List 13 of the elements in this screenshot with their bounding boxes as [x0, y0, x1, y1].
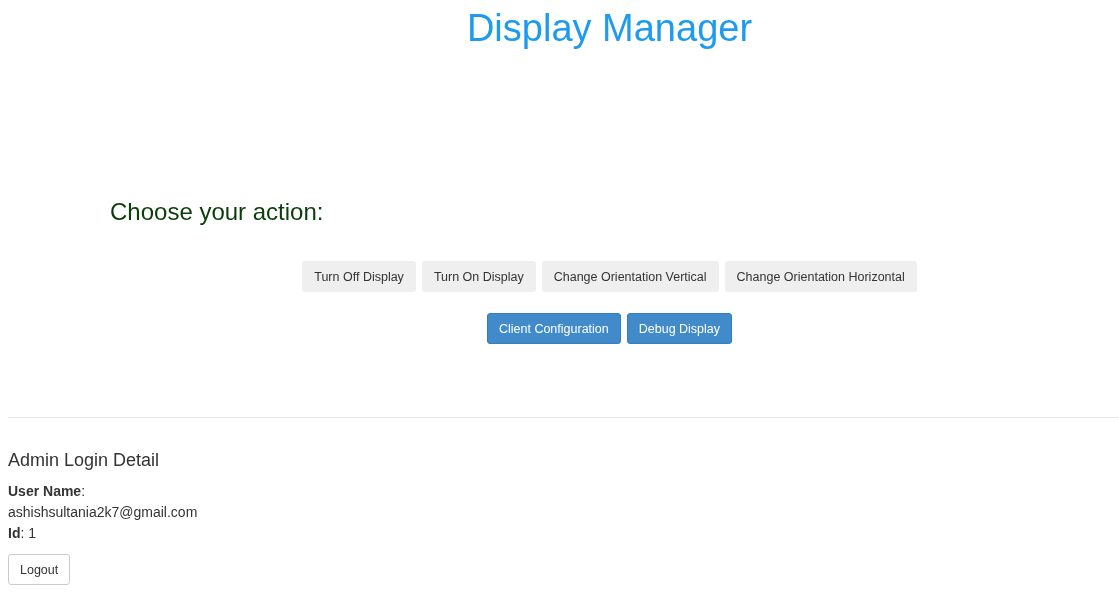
action-button[interactable]: Change Orientation Vertical	[541, 261, 719, 292]
action-button[interactable]: Change Orientation Horizontal	[724, 261, 917, 292]
detail-text: User Name:	[8, 482, 87, 501]
action-button[interactable]: Client Configuration	[486, 313, 621, 344]
action-button[interactable]: Debug Display	[626, 313, 733, 344]
prompt-heading: Choose your action:	[110, 198, 325, 226]
detail-text: ashishsultania2k7@gmail.com	[8, 503, 199, 522]
logout-button[interactable]: Logout	[8, 554, 71, 585]
detail-text: Id: 1	[8, 524, 38, 543]
section-heading: Admin Login Detail	[8, 450, 161, 471]
action-button[interactable]: Turn Off Display	[302, 261, 416, 292]
action-button[interactable]: Turn On Display	[421, 261, 536, 292]
page-title: Display Manager	[465, 6, 754, 50]
